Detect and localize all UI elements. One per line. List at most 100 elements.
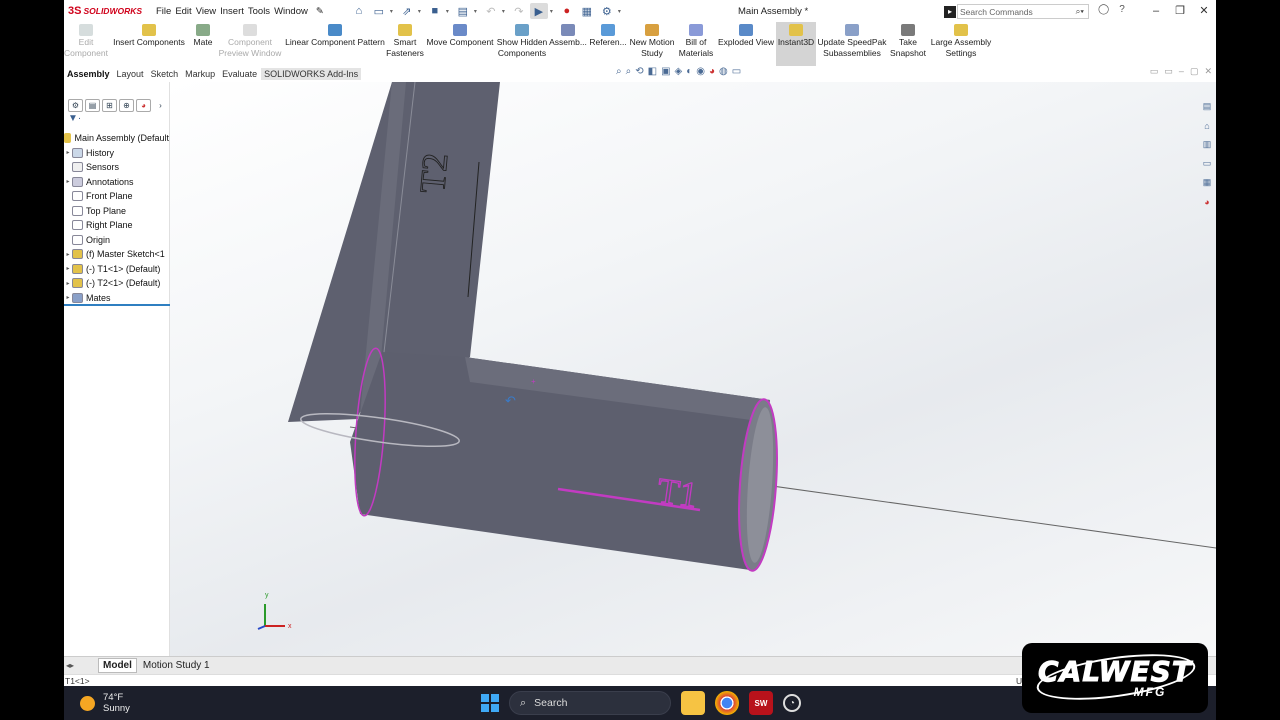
- tree-item[interactable]: ▸ Annotations: [64, 175, 169, 190]
- ribbon-button-14[interactable]: Update SpeedPak Subassemblies: [816, 22, 888, 66]
- solidworks-logo[interactable]: 3S SOLIDWORKS: [68, 0, 148, 22]
- tab-evaluate[interactable]: Evaluate: [219, 68, 260, 80]
- new-document-icon[interactable]: ▭: [370, 3, 388, 19]
- display-manager-icon[interactable]: ◕: [136, 98, 151, 112]
- expand-arrow-icon[interactable]: ▸: [64, 265, 72, 272]
- open-icon[interactable]: ⇗: [398, 3, 416, 19]
- ribbon-button-6[interactable]: Move Component: [424, 22, 496, 66]
- menu-file[interactable]: File: [154, 6, 173, 17]
- dimxpert-icon[interactable]: ⊕: [119, 98, 134, 112]
- menu-insert[interactable]: Insert: [218, 6, 246, 17]
- taskbar-search[interactable]: ⌕ Search: [509, 691, 671, 715]
- expand-arrow-icon[interactable]: ▸: [64, 149, 72, 156]
- minimize-icon[interactable]: –: [1144, 0, 1168, 22]
- view-palette-icon[interactable]: ▭: [1200, 157, 1214, 170]
- vp-close-icon[interactable]: ✕: [1204, 66, 1212, 77]
- restore-icon[interactable]: ❐: [1168, 0, 1192, 22]
- close-icon[interactable]: ✕: [1192, 0, 1216, 22]
- graphics-viewport[interactable]: T1 T2 + + ↶ y x: [170, 81, 1216, 656]
- edit-appearance-icon[interactable]: ◕: [709, 66, 715, 77]
- tree-item[interactable]: ▸ History: [64, 146, 169, 161]
- section-view-icon[interactable]: ◧: [648, 66, 657, 77]
- save-dropdown-icon[interactable]: ▾: [446, 8, 452, 15]
- tab-sketch[interactable]: Sketch: [148, 68, 182, 80]
- appearances-icon[interactable]: ▦: [1200, 176, 1214, 189]
- vp-restore-icon[interactable]: ▢: [1190, 66, 1199, 77]
- options-dropdown-icon[interactable]: ▾: [618, 8, 624, 15]
- tree-item[interactable]: ▸ (f) Master Sketch<1: [64, 247, 169, 262]
- save-icon[interactable]: ■: [426, 3, 444, 19]
- property-manager-icon[interactable]: ▤: [85, 98, 100, 112]
- tree-item[interactable]: ▸ (-) T1<1> (Default): [64, 262, 169, 277]
- home-icon[interactable]: ⌂: [350, 3, 368, 19]
- chrome-app-icon[interactable]: [715, 691, 739, 715]
- ribbon-button-3[interactable]: Component Preview Window: [216, 22, 284, 66]
- design-library-icon[interactable]: ⌂: [1200, 119, 1214, 132]
- search-commands-input[interactable]: ▸ Search Commands ⌕▾: [944, 4, 1089, 19]
- ribbon-button-8[interactable]: Assemb...: [548, 22, 588, 66]
- undo-dropdown-icon[interactable]: ▾: [502, 8, 508, 15]
- weather-widget[interactable]: 74°F Sunny: [80, 692, 130, 714]
- print-icon[interactable]: ▤: [454, 3, 472, 19]
- ribbon-button-12[interactable]: Exploded View: [716, 22, 776, 66]
- ribbon-button-4[interactable]: Linear Component Pattern: [284, 22, 386, 66]
- dynamic-annotation-icon[interactable]: ▣: [661, 66, 670, 77]
- print-dropdown-icon[interactable]: ▾: [474, 8, 480, 15]
- file-properties-icon[interactable]: ▦: [578, 3, 596, 19]
- app-icon[interactable]: ◔: [783, 694, 801, 712]
- windows-start-icon[interactable]: [481, 694, 499, 712]
- help-icon[interactable]: ?: [1119, 4, 1125, 15]
- tree-item[interactable]: Right Plane: [64, 218, 169, 233]
- view-orientation-icon[interactable]: ◈: [675, 66, 683, 77]
- ribbon-button-9[interactable]: Referen...: [588, 22, 628, 66]
- options-gear-icon[interactable]: ⚙: [598, 3, 616, 19]
- tab-assembly[interactable]: Assembly: [64, 68, 113, 80]
- tab-markup[interactable]: Markup: [182, 68, 218, 80]
- config-manager-icon[interactable]: ⊞: [102, 98, 117, 112]
- select-icon[interactable]: ▶: [529, 3, 548, 19]
- tree-item[interactable]: ▸ Mates: [64, 291, 169, 306]
- menu-window[interactable]: Window: [272, 6, 310, 17]
- search-icon[interactable]: ⌕▾: [1076, 6, 1084, 17]
- resources-icon[interactable]: ▤: [1200, 100, 1214, 113]
- rebuild-icon[interactable]: ●: [558, 3, 576, 19]
- expand-arrow-icon[interactable]: ▸: [64, 280, 72, 287]
- tree-item[interactable]: ▸ (-) T2<1> (Default): [64, 276, 169, 291]
- file-explorer-app-icon[interactable]: [681, 691, 705, 715]
- tree-item[interactable]: Sensors: [64, 160, 169, 175]
- ribbon-button-7[interactable]: Show Hidden Components: [496, 22, 548, 66]
- tile-view-icon[interactable]: ▭: [1164, 66, 1173, 77]
- expand-arrow-icon[interactable]: ▸: [64, 251, 72, 258]
- new-dropdown-icon[interactable]: ▾: [390, 8, 396, 15]
- tab-motion-study[interactable]: Motion Study 1: [139, 659, 214, 672]
- feature-tree-icon[interactable]: ⚙: [68, 98, 83, 112]
- ribbon-button-0[interactable]: Edit Component: [64, 22, 108, 66]
- ribbon-button-15[interactable]: Take Snapshot: [888, 22, 928, 66]
- expand-panel-icon[interactable]: ›: [153, 99, 168, 112]
- user-icon[interactable]: ◯: [1098, 4, 1109, 15]
- vp-minimize-icon[interactable]: –: [1179, 66, 1184, 77]
- custom-properties-icon[interactable]: ◕: [1200, 195, 1214, 208]
- menu-view[interactable]: View: [194, 6, 218, 17]
- ribbon-button-11[interactable]: Bill of Materials: [676, 22, 716, 66]
- select-dropdown-icon[interactable]: ▾: [550, 8, 556, 15]
- split-view-icon[interactable]: ▭: [1150, 66, 1159, 77]
- scene-icon[interactable]: ◍: [719, 66, 728, 77]
- menu-edit[interactable]: Edit: [173, 6, 193, 17]
- ribbon-button-10[interactable]: New Motion Study: [628, 22, 676, 66]
- tree-item[interactable]: Front Plane: [64, 189, 169, 204]
- zoom-area-icon[interactable]: ⌕: [626, 66, 632, 77]
- ribbon-button-2[interactable]: Mate: [190, 22, 216, 66]
- tree-item[interactable]: Origin: [64, 233, 169, 248]
- ribbon-button-16[interactable]: Large Assembly Settings: [928, 22, 994, 66]
- tree-item[interactable]: Top Plane: [64, 204, 169, 219]
- tab-addins[interactable]: SOLIDWORKS Add-Ins: [261, 68, 362, 80]
- view-settings-icon[interactable]: ▭: [732, 66, 741, 77]
- expand-arrow-icon[interactable]: ▸: [64, 294, 72, 301]
- ribbon-button-1[interactable]: Insert Components: [108, 22, 190, 66]
- tab-model[interactable]: Model: [98, 658, 137, 673]
- tree-root[interactable]: Main Assembly (Default: [64, 131, 169, 146]
- tab-scroll-icon[interactable]: ◂▸: [66, 661, 96, 670]
- tab-layout[interactable]: Layout: [114, 68, 147, 80]
- expand-arrow-icon[interactable]: ▸: [64, 178, 72, 185]
